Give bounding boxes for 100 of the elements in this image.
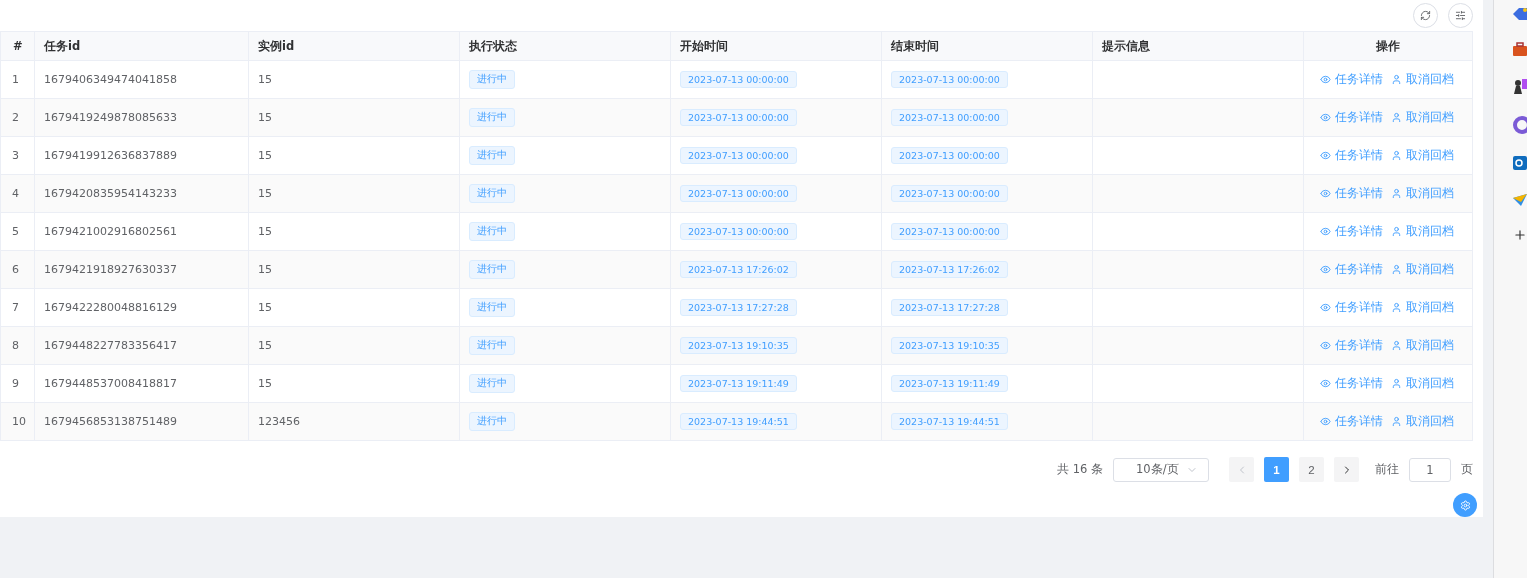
eye-icon [1320, 378, 1331, 389]
task-id-cell: 1679421002916802561 [35, 213, 249, 251]
user-icon [1391, 188, 1402, 199]
eye-icon [1320, 226, 1331, 237]
cancel-rollback-link[interactable]: 取消回档 [1391, 148, 1454, 163]
eye-icon [1320, 74, 1331, 85]
row-number: 3 [1, 137, 35, 175]
column-header: 任务id [35, 31, 249, 61]
row-number: 6 [1, 251, 35, 289]
column-header: 提示信息 [1093, 31, 1304, 61]
toolbox-icon[interactable] [1513, 42, 1527, 58]
user-icon [1391, 112, 1402, 123]
end-time-tag: 2023-07-13 00:00:00 [891, 223, 1008, 240]
end-time-tag: 2023-07-13 19:44:51 [891, 413, 1008, 430]
task-id-cell: 1679419249878085633 [35, 99, 249, 137]
row-number: 9 [1, 365, 35, 403]
start-time-tag: 2023-07-13 17:26:02 [680, 261, 797, 278]
task-detail-link[interactable]: 任务详情 [1320, 338, 1383, 353]
cancel-rollback-link[interactable]: 取消回档 [1391, 110, 1454, 125]
start-time-tag: 2023-07-13 17:27:28 [680, 299, 797, 316]
task-detail-link[interactable]: 任务详情 [1320, 110, 1383, 125]
chess-pieces-icon[interactable] [1513, 78, 1527, 96]
task-detail-link[interactable]: 任务详情 [1320, 186, 1383, 201]
start-time-tag: 2023-07-13 19:11:49 [680, 375, 797, 392]
goto-page-input[interactable]: 1 [1409, 457, 1451, 482]
sliders-icon [1455, 10, 1466, 21]
row-number: 1 [1, 61, 35, 99]
add-icon[interactable] [1513, 228, 1527, 242]
cancel-rollback-link[interactable]: 取消回档 [1391, 300, 1454, 315]
refresh-button[interactable] [1413, 3, 1438, 28]
paper-plane-icon[interactable] [1513, 192, 1527, 208]
end-time-tag: 2023-07-13 00:00:00 [891, 185, 1008, 202]
user-icon [1391, 226, 1402, 237]
instance-id-cell: 15 [249, 365, 460, 403]
column-settings-button[interactable] [1448, 3, 1473, 28]
task-id-cell: 1679456853138751489 [35, 403, 249, 441]
page-button[interactable]: 2 [1299, 457, 1324, 482]
status-tag: 进行中 [469, 374, 515, 393]
end-time-tag: 2023-07-13 00:00:00 [891, 71, 1008, 88]
instance-id-cell: 15 [249, 251, 460, 289]
cancel-rollback-link[interactable]: 取消回档 [1391, 376, 1454, 391]
instance-id-cell: 123456 [249, 403, 460, 441]
instance-id-cell: 15 [249, 137, 460, 175]
task-id-cell: 1679406349474041858 [35, 61, 249, 99]
task-detail-link[interactable]: 任务详情 [1320, 262, 1383, 277]
status-tag: 进行中 [469, 184, 515, 203]
task-detail-link[interactable]: 任务详情 [1320, 414, 1383, 429]
task-detail-link[interactable]: 任务详情 [1320, 148, 1383, 163]
cancel-rollback-link[interactable]: 取消回档 [1391, 224, 1454, 239]
row-number: 10 [1, 403, 35, 441]
total-count: 共 16 条 [1057, 462, 1103, 477]
cancel-rollback-link[interactable]: 取消回档 [1391, 186, 1454, 201]
page-size-select[interactable]: 10条/页 [1113, 457, 1209, 482]
cancel-rollback-link[interactable]: 取消回档 [1391, 72, 1454, 87]
column-header: 结束时间 [882, 31, 1093, 61]
task-id-cell: 1679420835954143233 [35, 175, 249, 213]
cancel-rollback-link[interactable]: 取消回档 [1391, 262, 1454, 277]
user-icon [1391, 340, 1402, 351]
status-tag: 进行中 [469, 260, 515, 279]
instance-id-cell: 15 [249, 99, 460, 137]
row-number: 5 [1, 213, 35, 251]
cancel-rollback-link[interactable]: 取消回档 [1391, 338, 1454, 353]
start-time-tag: 2023-07-13 00:00:00 [680, 109, 797, 126]
eye-icon [1320, 150, 1331, 161]
task-id-cell: 1679421918927630337 [35, 251, 249, 289]
mail-app-icon[interactable] [1513, 154, 1527, 172]
task-detail-link[interactable]: 任务详情 [1320, 72, 1383, 87]
gear-icon [1459, 499, 1471, 511]
task-detail-link[interactable]: 任务详情 [1320, 376, 1383, 391]
column-header: 执行状态 [460, 31, 671, 61]
row-number: 4 [1, 175, 35, 213]
start-time-tag: 2023-07-13 00:00:00 [680, 223, 797, 240]
start-time-tag: 2023-07-13 00:00:00 [680, 147, 797, 164]
start-time-tag: 2023-07-13 00:00:00 [680, 185, 797, 202]
start-time-tag: 2023-07-13 19:44:51 [680, 413, 797, 430]
page-suffix: 页 [1461, 462, 1473, 477]
end-time-tag: 2023-07-13 00:00:00 [891, 147, 1008, 164]
status-tag: 进行中 [469, 412, 515, 431]
status-tag: 进行中 [469, 222, 515, 241]
cancel-rollback-link[interactable]: 取消回档 [1391, 414, 1454, 429]
eye-icon [1320, 188, 1331, 199]
task-id-cell: 1679448537008418817 [35, 365, 249, 403]
tag-icon[interactable] [1513, 6, 1527, 22]
eye-icon [1320, 112, 1331, 123]
task-detail-link[interactable]: 任务详情 [1320, 300, 1383, 315]
row-number: 7 [1, 289, 35, 327]
eye-icon [1320, 340, 1331, 351]
task-id-cell: 1679419912636837889 [35, 137, 249, 175]
instance-id-cell: 15 [249, 213, 460, 251]
ring-logo-icon[interactable] [1513, 116, 1527, 134]
task-detail-link[interactable]: 任务详情 [1320, 224, 1383, 239]
user-icon [1391, 74, 1402, 85]
user-icon [1391, 378, 1402, 389]
task-id-cell: 1679422280048816129 [35, 289, 249, 327]
user-icon [1391, 302, 1402, 313]
column-header: 实例id [249, 31, 460, 61]
page-button[interactable]: 1 [1264, 457, 1289, 482]
end-time-tag: 2023-07-13 17:26:02 [891, 261, 1008, 278]
instance-id-cell: 15 [249, 289, 460, 327]
settings-button[interactable] [1453, 493, 1477, 517]
